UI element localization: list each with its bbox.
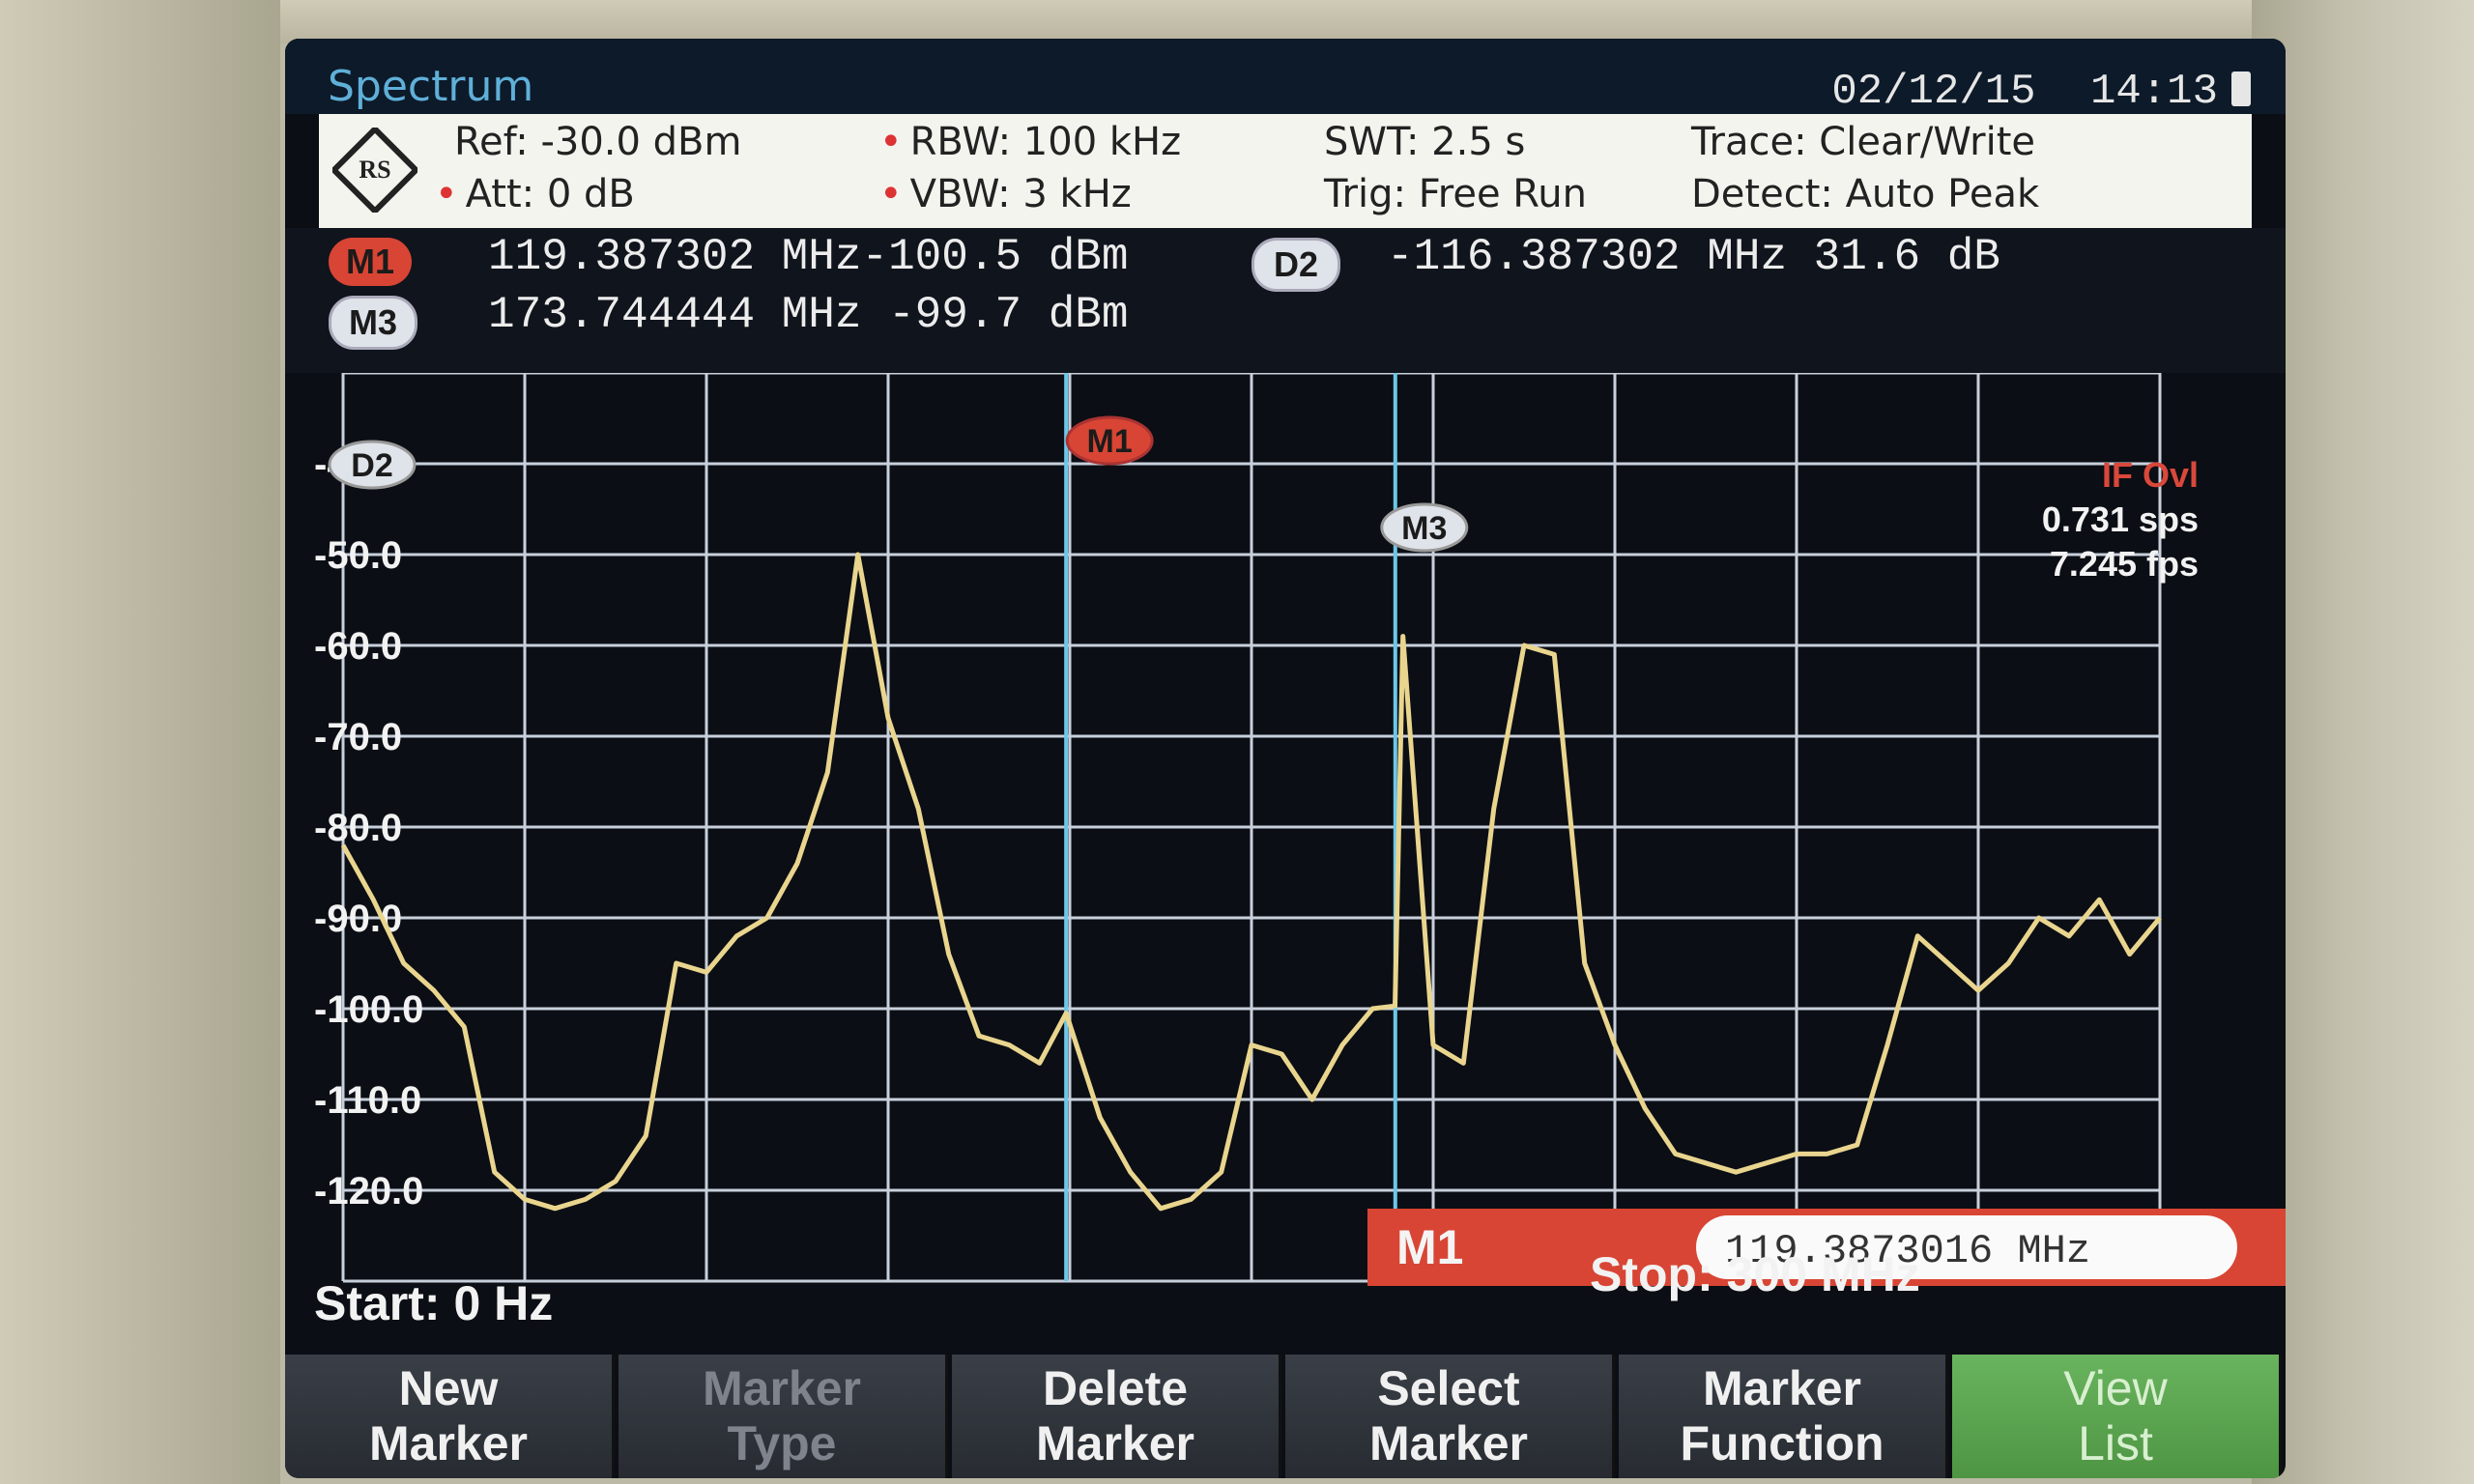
m1-readout: 119.387302 MHz-100.5 dBm (488, 232, 1129, 282)
sweeps-per-second: 0.731 sps (2042, 499, 2199, 539)
m3-badge[interactable]: M3 (329, 296, 417, 350)
softkey-delete-marker[interactable]: Delete Marker (952, 1355, 1281, 1478)
vbw[interactable]: • VBW: 3 kHz (879, 172, 1132, 216)
m3-readout: 173.744444 MHz -99.7 dBm (488, 290, 1129, 340)
stop-frequency[interactable]: Stop: 300 MHz (1590, 1246, 1920, 1302)
softkey-marker-function[interactable]: Marker Function (1619, 1355, 1948, 1478)
frequency-span-info: Start: 0 Hz Stop: 300 MHz (285, 1247, 2286, 1353)
trigger[interactable]: Trig: Free Run (1324, 172, 1587, 216)
title-bar: Spectrum 02/12/15 14:13 (285, 39, 2286, 116)
y-tick-label: -60.0 (314, 625, 402, 668)
m1-marker-label: M1 (1087, 423, 1133, 460)
softkey-marker-type[interactable]: Marker Type (618, 1355, 948, 1478)
y-tick-label: -100.0 (314, 988, 423, 1031)
softkey-select-marker[interactable]: Select Marker (1285, 1355, 1615, 1478)
rs-logo-icon: RS (332, 128, 417, 213)
d2-marker-label: D2 (351, 447, 392, 484)
y-tick-label: -50.0 (314, 534, 402, 577)
date-display: 02/12/15 (1831, 68, 2036, 116)
marker-entry-label: M1 (1396, 1220, 1463, 1274)
device-bezel-top (0, 0, 2474, 43)
frames-per-second: 7.245 fps (2050, 544, 2199, 584)
y-tick-label: -120.0 (314, 1170, 423, 1213)
datetime: 02/12/15 14:13 (1802, 68, 2218, 116)
softkey-bar: New Marker Marker Type Delete Marker Select… (285, 1355, 2286, 1478)
analyzer-screen: Spectrum 02/12/15 14:13 RS Ref: -30.0 dB… (285, 39, 2286, 1478)
softkey-new-marker[interactable]: New Marker (285, 1355, 615, 1478)
if-overload-status: IF Ovl (2102, 455, 2199, 495)
sweep-time[interactable]: SWT: 2.5 s (1324, 120, 1525, 164)
y-tick-label: -110.0 (314, 1079, 421, 1122)
trace-mode[interactable]: Trace: Clear/Write (1691, 120, 2035, 164)
y-tick-label: -80.0 (314, 807, 402, 849)
settings-panel: RS Ref: -30.0 dBm • Att: 0 dB • RBW: 100 k… (319, 114, 2252, 228)
d2-marker-badge: D2 (328, 440, 417, 490)
d2-badge[interactable]: D2 (1251, 238, 1340, 292)
d2-readout: -116.387302 MHz 31.6 dB (1387, 232, 2000, 282)
spectrum-plot[interactable]: -40.0-50.0-60.0-70.0-80.0-90.0-100.0-110… (285, 373, 2286, 1339)
attenuation[interactable]: • Att: 0 dB (435, 172, 635, 216)
m1-badge[interactable]: M1 (329, 238, 412, 286)
svg-text:RS: RS (359, 156, 390, 184)
y-tick-label: -70.0 (314, 716, 402, 758)
battery-icon (2231, 71, 2251, 106)
m1-marker-badge: M1 (1065, 415, 1154, 466)
start-frequency[interactable]: Start: 0 Hz (314, 1275, 553, 1331)
m3-marker-badge: M3 (1380, 502, 1469, 553)
app-title: Spectrum (328, 62, 534, 111)
device-bezel-left (0, 0, 280, 1484)
ref-level[interactable]: Ref: -30.0 dBm (454, 120, 741, 164)
detector[interactable]: Detect: Auto Peak (1691, 172, 2039, 216)
time-display: 14:13 (2089, 68, 2218, 116)
softkey-view-list[interactable]: View List (1952, 1355, 2282, 1478)
marker-table: M1 119.387302 MHz-100.5 dBm M3 173.74444… (285, 228, 2286, 373)
rbw[interactable]: • RBW: 100 kHz (879, 120, 1181, 164)
m3-marker-label: M3 (1401, 510, 1447, 547)
